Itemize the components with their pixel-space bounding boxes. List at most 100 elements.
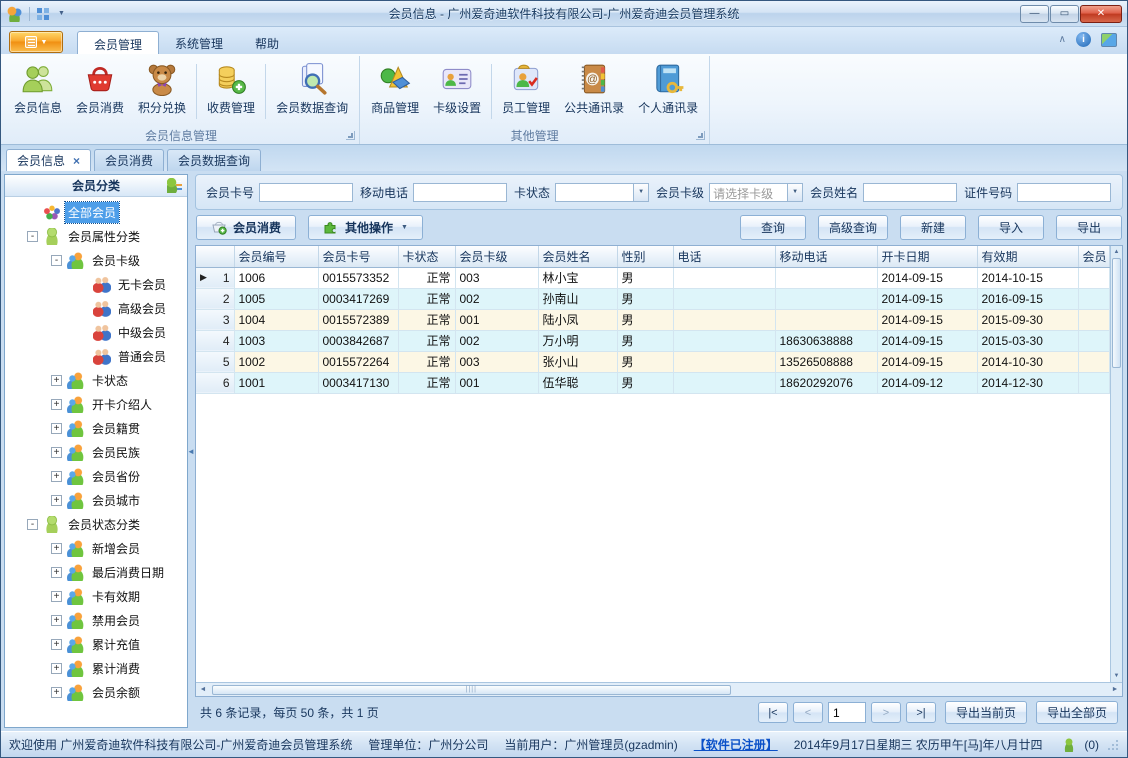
grid-column-header[interactable]: 移动电话 xyxy=(775,246,878,268)
export-current-page-button[interactable]: 导出当前页 xyxy=(944,701,1027,724)
other-operations-button[interactable]: 其他操作 ▼ xyxy=(308,214,423,240)
maximize-button[interactable]: ▭ xyxy=(1050,4,1079,23)
next-page-button[interactable]: > xyxy=(870,702,901,723)
tree-item[interactable]: + 卡有效期 xyxy=(5,584,187,608)
grid-column-header[interactable]: 会员 xyxy=(1078,246,1110,268)
ribbon-button-member-consume[interactable]: 会员消费 xyxy=(69,58,131,125)
grid-column-header[interactable]: 卡状态 xyxy=(398,246,456,268)
theme-icon[interactable] xyxy=(1101,32,1117,47)
grid-column-header[interactable]: 会员姓名 xyxy=(538,246,618,268)
grid-column-header[interactable]: 性别 xyxy=(617,246,674,268)
filter-input[interactable] xyxy=(413,182,508,202)
filter-select[interactable]: 请选择卡级 ▼ xyxy=(709,182,804,202)
scroll-up-icon[interactable]: ▲ xyxy=(1114,246,1120,258)
tree-item[interactable]: + 累计消费 xyxy=(5,656,187,680)
tree-item[interactable]: + 会员省份 xyxy=(5,464,187,488)
tree-expander-icon[interactable]: + xyxy=(51,494,62,506)
page-number-input[interactable] xyxy=(827,702,866,723)
minimize-button[interactable]: — xyxy=(1020,4,1049,23)
ribbon-button-fee-management[interactable]: 收费管理 xyxy=(200,58,262,125)
ribbon-button-member-data-query[interactable]: 会员数据查询 xyxy=(269,58,355,125)
table-row[interactable]: 2 1005 0003417269 正常 002 孙南山 男 2014-09-1… xyxy=(196,288,1110,310)
close-button[interactable]: ✕ xyxy=(1080,4,1122,23)
doc-tab-member-info[interactable]: 会员信息 × xyxy=(6,149,92,171)
tree-item[interactable]: + 会员籍贯 xyxy=(5,416,187,440)
scroll-right-icon[interactable]: ► xyxy=(1108,686,1122,693)
tree-item[interactable]: 中级会员 xyxy=(5,320,187,344)
tree-item[interactable]: - 会员属性分类 xyxy=(5,224,187,248)
table-row[interactable]: 4 1003 0003842687 正常 002 万小明 男 186306388… xyxy=(196,330,1110,352)
vertical-scrollbar[interactable]: ▲ ▼ xyxy=(1110,246,1122,682)
registered-link[interactable]: 【软件已注册】 xyxy=(694,736,778,753)
tree-item[interactable]: + 最后消费日期 xyxy=(5,560,187,584)
dialog-launcher-icon[interactable] xyxy=(696,131,706,140)
doc-tab-member-data-query[interactable]: 会员数据查询 xyxy=(167,149,262,171)
tree-item[interactable]: - 会员卡级 xyxy=(5,248,187,272)
filter-input[interactable] xyxy=(259,182,354,202)
tree-expander-icon[interactable]: + xyxy=(51,470,62,482)
scroll-down-icon[interactable]: ▼ xyxy=(1114,670,1120,682)
table-row[interactable]: 3 1004 0015572389 正常 001 陆小凤 男 2014-09-1… xyxy=(196,309,1110,331)
export-button[interactable]: 导出 xyxy=(1056,214,1122,240)
grid-column-header[interactable]: 电话 xyxy=(673,246,776,268)
grid-column-header[interactable] xyxy=(196,246,235,268)
tree-expander-icon[interactable]: + xyxy=(51,374,62,386)
tree-item[interactable]: - 会员状态分类 xyxy=(5,512,187,536)
tree-item[interactable]: + 累计充值 xyxy=(5,632,187,656)
application-menu-button[interactable]: ▼ xyxy=(9,31,63,53)
tree-expander-icon[interactable]: + xyxy=(51,590,62,602)
table-row[interactable]: 6 1001 0003417130 正常 001 伍华聪 男 186202920… xyxy=(196,372,1110,394)
query-button[interactable]: 查询 xyxy=(739,214,806,240)
tree-expander-icon[interactable]: + xyxy=(51,638,62,650)
tree-expander-icon[interactable]: - xyxy=(51,254,62,266)
table-row[interactable]: ▶ 1 1006 0015573352 正常 003 林小宝 男 2014-09… xyxy=(196,267,1110,289)
filter-input[interactable] xyxy=(863,182,958,202)
close-tab-icon[interactable]: × xyxy=(73,154,80,168)
tree-item[interactable]: + 卡状态 xyxy=(5,368,187,392)
ribbon-button-points-exchange[interactable]: 积分兑换 xyxy=(131,58,193,125)
filter-input[interactable] xyxy=(1017,182,1112,202)
scroll-left-icon[interactable]: ◄ xyxy=(196,686,210,693)
new-button[interactable]: 新建 xyxy=(900,214,966,240)
info-icon[interactable]: i xyxy=(1076,32,1091,47)
tree-item[interactable]: + 禁用会员 xyxy=(5,608,187,632)
grid-column-header[interactable]: 会员卡号 xyxy=(318,246,399,268)
tree-expander-icon[interactable]: + xyxy=(51,686,62,698)
grid-column-header[interactable]: 有效期 xyxy=(977,246,1079,268)
advanced-query-button[interactable]: 高级查询 xyxy=(817,214,888,240)
chevron-down-icon[interactable]: ▼ xyxy=(58,10,65,17)
filter-select[interactable]: ▼ xyxy=(555,182,650,202)
tree-expander-icon[interactable]: + xyxy=(51,446,62,458)
tree-item[interactable]: + 开卡介绍人 xyxy=(5,392,187,416)
tab-member-management[interactable]: 会员管理 xyxy=(77,31,160,54)
ribbon-button-staff-management[interactable]: 员工管理 xyxy=(495,58,557,125)
collapse-ribbon-icon[interactable]: ∧ xyxy=(1059,34,1066,45)
doc-tab-member-consume[interactable]: 会员消费 xyxy=(94,149,165,171)
chevron-down-icon[interactable]: ▼ xyxy=(633,183,649,201)
tree-item[interactable]: + 会员余额 xyxy=(5,680,187,704)
horizontal-scrollbar[interactable]: ◄ |||| ► xyxy=(196,682,1122,696)
export-all-pages-button[interactable]: 导出全部页 xyxy=(1035,701,1118,724)
tree-expander-icon[interactable]: + xyxy=(51,662,62,674)
grid-column-header[interactable]: 会员卡级 xyxy=(455,246,539,268)
tree-expander-icon[interactable]: - xyxy=(27,518,38,530)
tree-item[interactable]: + 会员民族 xyxy=(5,440,187,464)
import-button[interactable]: 导入 xyxy=(978,214,1044,240)
tree-item[interactable]: + 新增会员 xyxy=(5,536,187,560)
vertical-scroll-thumb[interactable] xyxy=(1112,258,1121,368)
grid-column-header[interactable]: 会员编号 xyxy=(234,246,319,268)
tab-help[interactable]: 帮助 xyxy=(239,31,295,54)
horizontal-scroll-thumb[interactable]: |||| xyxy=(212,684,731,695)
tree-expander-icon[interactable]: - xyxy=(27,230,38,242)
tree-expander-icon[interactable]: + xyxy=(51,422,62,434)
member-consume-button[interactable]: 会员消费 xyxy=(196,214,297,240)
resize-grip-icon[interactable] xyxy=(1107,739,1119,751)
grid-column-header[interactable]: 开卡日期 xyxy=(877,246,978,268)
tree-expander-icon[interactable]: + xyxy=(51,566,62,578)
tab-system-management[interactable]: 系统管理 xyxy=(159,31,239,54)
tree-expander-icon[interactable]: + xyxy=(51,542,62,554)
last-page-button[interactable]: >| xyxy=(905,702,936,723)
chevron-down-icon[interactable]: ▼ xyxy=(787,183,803,201)
ribbon-button-card-level-settings[interactable]: 卡级设置 xyxy=(426,58,488,125)
tree-item[interactable]: 高级会员 xyxy=(5,296,187,320)
